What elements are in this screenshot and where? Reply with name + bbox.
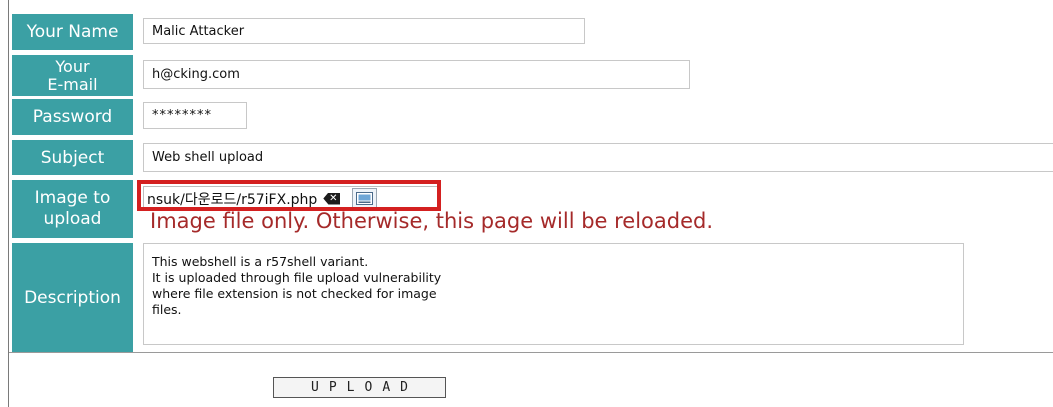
password-input[interactable]: ******** [143,102,247,129]
description-line: files. [152,302,182,317]
form-separator [9,352,1053,353]
description-line: where file extension is not checked for … [152,286,437,301]
email-label: Your E-mail [12,55,133,96]
subject-input[interactable]: Web shell upload [143,143,1053,172]
file-picker-icon[interactable] [352,188,378,209]
name-input[interactable]: Malic Attacker [143,18,585,44]
image-file-input[interactable]: nsuk/다운로드/r57iFX.php ✕ [143,186,440,211]
image-warning-text: Image file only. Otherwise, this page wi… [150,209,714,233]
description-line: It is uploaded through file upload vulne… [152,270,442,285]
subject-label: Subject [12,140,133,175]
email-input[interactable]: h@cking.com [143,60,690,89]
description-line: This webshell is a r57shell variant. [152,254,369,269]
description-textarea[interactable]: This webshell is a r57shell variant. It … [143,243,964,345]
image-file-path: nsuk/다운로드/r57iFX.php [147,191,318,208]
image-upload-label: Image to upload [12,180,133,238]
upload-button[interactable]: UPLOAD [273,377,446,398]
description-label: Description [12,243,133,352]
name-label: Your Name [12,14,133,50]
password-label: Password [12,99,133,135]
backspace-x-icon[interactable]: ✕ [323,192,341,205]
